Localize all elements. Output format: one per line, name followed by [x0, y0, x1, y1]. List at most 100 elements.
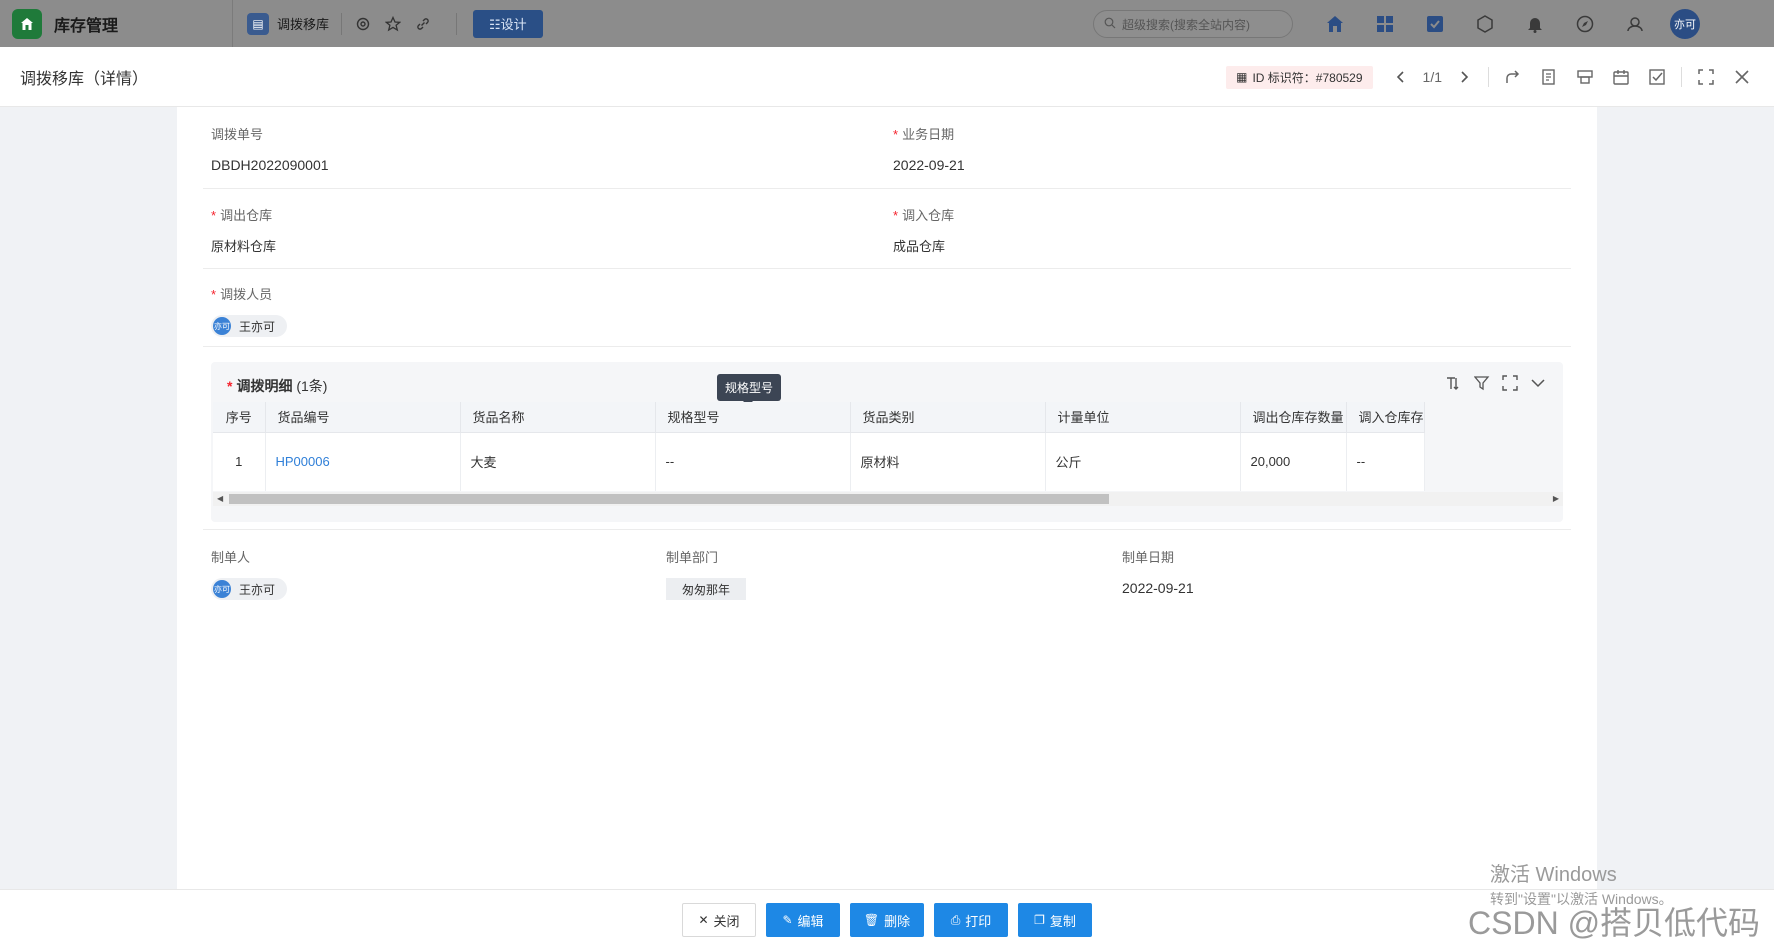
close-button[interactable]: ✕ 关闭: [682, 903, 756, 937]
fullscreen-icon[interactable]: [1696, 67, 1716, 87]
task-check-icon[interactable]: [1424, 13, 1446, 35]
dept-label: 制单部门: [666, 550, 719, 565]
hexagon-plugin-icon[interactable]: [1474, 13, 1496, 35]
in-warehouse-value: 成品仓库: [893, 239, 946, 254]
column-header[interactable]: 调入仓库存: [1346, 402, 1425, 433]
required-mark: *: [893, 208, 899, 223]
column-header[interactable]: 货品类别: [850, 402, 1046, 433]
header-actions: ▦ ID 标识符：#780529 1/1: [1226, 47, 1760, 107]
global-search-input[interactable]: 超级搜索(搜索全站内容): [1093, 10, 1293, 38]
in-warehouse-label-wrap: * 调入仓库: [893, 205, 954, 224]
divider: [341, 12, 343, 35]
dept-tag: 匆匆那年: [666, 578, 747, 600]
printer-template-icon[interactable]: [1575, 67, 1595, 87]
detail-sheet: 调拨单号 DBDH2022090001 * 业务日期 2022-09-21 * 调出…: [177, 107, 1597, 889]
goods-code-link[interactable]: HP00006: [276, 454, 330, 469]
transfer-detail-section: * 调拨明细 (1条) 规格型号 序号 货品编号 货品名称 规格型号 货品类别 …: [211, 362, 1563, 522]
goods-code-cell: HP00006: [265, 432, 461, 491]
staff-person-tag[interactable]: 亦可 王亦可: [211, 315, 288, 337]
home-icon[interactable]: [1324, 13, 1346, 35]
out-warehouse-field: * 调出仓库 原材料仓库: [211, 205, 276, 255]
chevron-down-icon[interactable]: [1529, 374, 1547, 392]
column-header[interactable]: 货品编号: [265, 402, 461, 433]
delete-button[interactable]: 🗑 删除: [850, 903, 924, 937]
column-header[interactable]: 计量单位: [1045, 402, 1241, 433]
close-icon[interactable]: [1732, 67, 1752, 87]
trash-icon: 🗑: [863, 913, 880, 927]
horizontal-scrollbar[interactable]: ◀ ▶: [213, 492, 1563, 506]
calendar-icon[interactable]: [1611, 67, 1631, 87]
out-warehouse-label: 调出仓库: [220, 208, 273, 223]
close-button-label: 关闭: [713, 913, 740, 929]
in-warehouse-label: 调入仓库: [902, 208, 955, 223]
print-button[interactable]: ⎙ 打印: [934, 903, 1008, 937]
detail-table: 序号 货品编号 货品名称 规格型号 货品类别 计量单位 调出仓库存数量 调入仓库…: [213, 402, 1425, 491]
expand-icon[interactable]: [1501, 374, 1519, 392]
biz-date-value: 2022-09-21: [893, 157, 965, 173]
order-no-label: 调拨单号: [211, 127, 264, 142]
print-button-label: 打印: [965, 913, 992, 929]
scroll-left-arrow-icon[interactable]: ◀: [217, 492, 223, 506]
spec-cell: --: [655, 432, 851, 491]
share-icon[interactable]: [1503, 67, 1523, 87]
column-header[interactable]: 调出仓库存数量: [1240, 402, 1347, 433]
search-icon: [1104, 17, 1116, 32]
scroll-right-arrow-icon[interactable]: ▶: [1553, 492, 1559, 506]
created-date-value: 2022-09-21: [1122, 580, 1194, 596]
action-buttons: ✕ 关闭 ✎ 编辑 🗑 删除 ⎙ 打印 ❐ 复制: [682, 903, 1102, 937]
dept-value-wrap: 匆匆那年: [666, 578, 747, 600]
design-button[interactable]: ☷设计: [473, 9, 543, 38]
required-mark: *: [211, 287, 217, 302]
app-title: 库存管理: [54, 17, 119, 35]
chevron-right-icon[interactable]: [1454, 67, 1474, 87]
in-warehouse-field: * 调入仓库 成品仓库: [893, 205, 954, 255]
bell-notification-icon[interactable]: [1524, 13, 1546, 35]
biz-date-field: * 业务日期 2022-09-21: [893, 124, 965, 173]
staff-value: 亦可 王亦可: [211, 315, 288, 337]
edit-button-label: 编辑: [797, 913, 824, 929]
compass-icon[interactable]: [1574, 13, 1596, 35]
settings-gear-icon[interactable]: [354, 15, 372, 33]
page-tab-label[interactable]: 调拨移库: [277, 14, 329, 33]
table-grid-icon: ▦: [1236, 70, 1248, 84]
in-qty-cell: --: [1346, 432, 1425, 491]
top-navigation-bar: 库存管理 ▤ 调拨移库 ☷设计 超级搜索(搜索全站内容) 亦可: [0, 0, 1774, 47]
divider: [1681, 67, 1682, 87]
text-size-icon[interactable]: [1445, 374, 1463, 392]
support-agent-icon[interactable]: [1624, 13, 1646, 35]
checkbox-approve-icon[interactable]: [1647, 67, 1667, 87]
form-row-1: 调拨单号 DBDH2022090001 * 业务日期 2022-09-21: [203, 107, 1571, 189]
scrollbar-thumb[interactable]: [229, 494, 1109, 504]
apps-grid-icon[interactable]: [1374, 13, 1396, 35]
creator-value: 亦可 王亦可: [211, 578, 288, 600]
creator-label: 制单人: [211, 550, 251, 565]
document-log-icon[interactable]: [1539, 67, 1559, 87]
link-icon[interactable]: [414, 15, 432, 33]
column-header[interactable]: 货品名称: [460, 402, 656, 433]
column-header[interactable]: 规格型号: [655, 402, 851, 433]
record-id-badge: ▦ ID 标识符：#780529: [1226, 65, 1373, 89]
form-row-3: * 调拨人员 亦可 王亦可: [203, 269, 1571, 347]
detail-count: (1条): [296, 378, 328, 394]
detail-modal-header: 调拨移库（详情） ▦ ID 标识符：#780529 1/1: [0, 47, 1774, 107]
divider: [1488, 67, 1489, 87]
home-app-icon[interactable]: [12, 8, 42, 39]
required-mark: *: [893, 127, 899, 142]
copy-button[interactable]: ❐ 复制: [1018, 903, 1092, 937]
creator-person-tag[interactable]: 亦可 王亦可: [211, 578, 288, 600]
user-avatar[interactable]: 亦可: [1670, 8, 1700, 39]
avatar: 亦可: [213, 580, 231, 598]
edit-button[interactable]: ✎ 编辑: [766, 903, 840, 937]
star-favorite-icon[interactable]: [384, 15, 402, 33]
goods-name-cell: 大麦: [460, 432, 656, 491]
filter-icon[interactable]: [1473, 374, 1491, 392]
order-no-value: DBDH2022090001: [211, 157, 329, 173]
table-row: 1 HP00006 大麦 -- 原材料 公斤 20,000 --: [213, 432, 1425, 491]
created-date-label: 制单日期: [1122, 550, 1175, 565]
detail-title: * 调拨明细 (1条): [227, 376, 327, 396]
printer-icon: ⎙: [950, 912, 961, 927]
chevron-left-icon[interactable]: [1391, 67, 1411, 87]
column-header[interactable]: 序号: [213, 402, 266, 433]
required-mark: *: [211, 208, 217, 223]
csdn-watermark: CSDN @搭贝低代码: [1468, 905, 1761, 941]
